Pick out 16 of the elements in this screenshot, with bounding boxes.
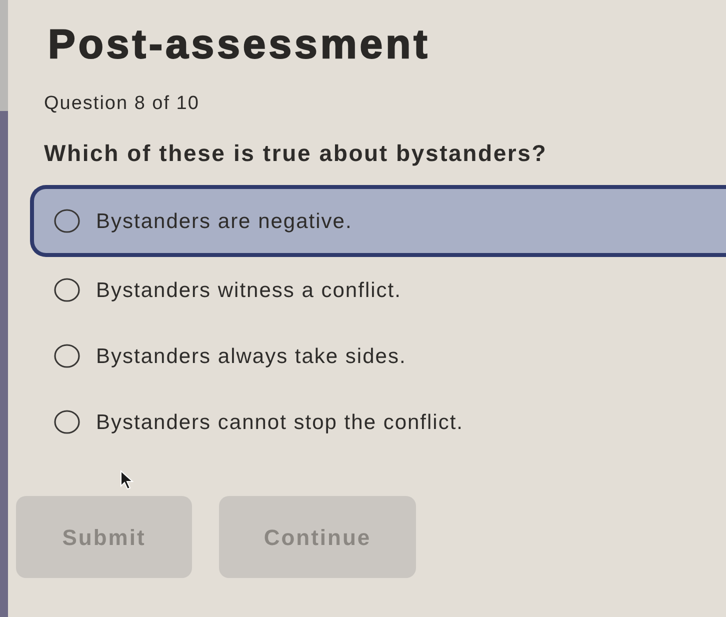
question-counter: Question 8 of 10 xyxy=(44,93,200,116)
question-text: Which of these is true about bystanders? xyxy=(44,140,548,168)
radio-button[interactable] xyxy=(54,344,80,368)
option-label: Bystanders witness a conflict. xyxy=(96,278,402,304)
answer-option[interactable]: Bystanders cannot stop the conflict. xyxy=(30,389,726,456)
highlighted-answer-option[interactable]: Bystanders are negative. xyxy=(30,185,726,258)
option-label: Bystanders are negative. xyxy=(96,208,352,235)
mouse-pointer-icon xyxy=(120,470,134,490)
radio-button[interactable] xyxy=(54,410,80,434)
answer-option[interactable]: Bystanders witness a conflict. xyxy=(30,257,726,324)
radio-button[interactable] xyxy=(54,278,80,302)
radio-button[interactable] xyxy=(54,209,80,234)
option-label: Bystanders always take sides. xyxy=(96,344,406,370)
page-title: Post-assessment xyxy=(48,22,432,68)
option-label: Bystanders cannot stop the conflict. xyxy=(96,410,464,436)
answer-option[interactable]: Bystanders always take sides. xyxy=(30,323,726,390)
